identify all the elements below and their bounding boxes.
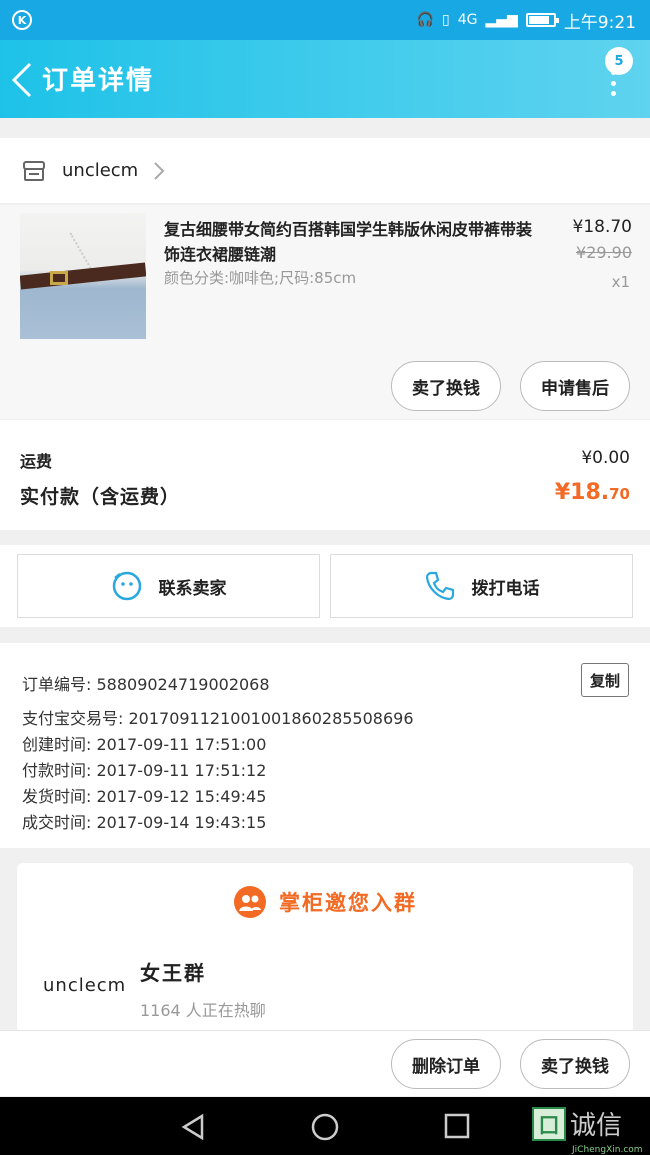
- chat-bubble-icon: [112, 571, 141, 601]
- nav-recents-icon[interactable]: [444, 1113, 470, 1139]
- status-bar: K 🎧 ▯ 4G ▂▄▆ 上午9:21: [0, 0, 650, 40]
- battery-icon: [525, 13, 559, 27]
- system-nav-bar: 囗 诚信 JiChengXin.com: [0, 1097, 650, 1155]
- order-number: 订单编号: 58809024719002068: [22, 675, 270, 694]
- network-label: 4G: [457, 12, 478, 28]
- paid-main: ¥18.: [554, 480, 610, 505]
- order-info: 订单编号: 58809024719002068 复制 支付宝交易号: 20170…: [0, 643, 650, 848]
- alipay-number: 支付宝交易号: 2017091121001001860285508696: [22, 709, 414, 728]
- completed-time: 成交时间: 2017-09-14 19:43:15: [22, 813, 267, 832]
- app-k-icon: K: [12, 10, 32, 30]
- shop-name: unclecm: [62, 160, 139, 181]
- phone-icon: [425, 571, 454, 601]
- store-icon: [23, 161, 45, 181]
- group-invite-title: 掌柜邀您入群: [279, 891, 417, 915]
- contact-seller-button[interactable]: 联系卖家: [17, 554, 320, 618]
- order-item[interactable]: 复古细腰带女简约百搭韩国学生韩版休闲皮带裤带装饰连衣裙腰链潮 颜色分类:咖啡色;…: [0, 205, 650, 419]
- shop-row[interactable]: unclecm: [0, 138, 650, 204]
- shipping-value: ¥0.00: [581, 448, 630, 468]
- call-button[interactable]: 拨打电话: [330, 554, 633, 618]
- watermark-logo-icon: 囗: [532, 1106, 566, 1141]
- contact-section: 联系卖家 拨打电话: [0, 545, 650, 627]
- watermark: 囗 诚信 JiChengXin.com: [532, 1105, 643, 1155]
- group-name: 女王群: [140, 961, 206, 985]
- status-icons: 🎧 ▯ 4G ▂▄▆ 上午9:21: [417, 0, 636, 40]
- paid-cents: 70: [609, 485, 630, 503]
- paid-time: 付款时间: 2017-09-11 17:51:12: [22, 761, 267, 780]
- product-title: 复古细腰带女简约百搭韩国学生韩版休闲皮带裤带装饰连衣裙腰链潮: [164, 220, 533, 264]
- bottom-action-bar: 删除订单 卖了换钱: [0, 1030, 650, 1096]
- resell-button[interactable]: 卖了换钱: [391, 361, 501, 411]
- copy-button[interactable]: 复制: [581, 663, 629, 697]
- paid-value: ¥18.70: [555, 480, 630, 505]
- vibrate-icon: ▯: [442, 12, 450, 28]
- group-invite-card[interactable]: 掌柜邀您入群 unclecm 女王群 1164 人正在热聊: [17, 863, 633, 1033]
- clock: 上午9:21: [563, 12, 636, 33]
- signal-icon: ▂▄▆: [485, 12, 518, 28]
- group-invite-header: 掌柜邀您入群: [17, 885, 633, 919]
- shipping-label: 运费: [20, 452, 53, 471]
- headphone-icon: 🎧: [416, 12, 435, 28]
- product-quantity: x1: [611, 273, 630, 291]
- watermark-sub: JiChengXin.com: [572, 1145, 643, 1155]
- delete-order-button[interactable]: 删除订单: [391, 1039, 501, 1089]
- back-icon[interactable]: [10, 62, 36, 98]
- call-label: 拨打电话: [471, 578, 540, 599]
- product-price: ¥18.70: [572, 217, 632, 237]
- original-price: ¥29.90: [576, 243, 632, 262]
- nav-back-icon[interactable]: [180, 1113, 206, 1141]
- resell-bottom-button[interactable]: 卖了换钱: [520, 1039, 630, 1089]
- product-image[interactable]: [20, 213, 146, 339]
- group-member-count: 1164 人正在热聊: [140, 1001, 266, 1020]
- product-sku: 颜色分类:咖啡色;尺码:85cm: [164, 269, 357, 287]
- message-badge[interactable]: 5: [605, 47, 633, 75]
- watermark-text: 诚信: [570, 1111, 623, 1141]
- fee-summary: 运费 ¥0.00 实付款（含运费） ¥18.70: [0, 420, 650, 530]
- created-time: 创建时间: 2017-09-11 17:51:00: [22, 735, 267, 754]
- page-title: 订单详情: [42, 66, 155, 96]
- group-logo: unclecm: [43, 975, 127, 996]
- contact-seller-label: 联系卖家: [158, 578, 227, 599]
- header: 订单详情 5: [0, 40, 650, 118]
- shipped-time: 发货时间: 2017-09-12 15:49:45: [22, 787, 267, 806]
- after-sale-button[interactable]: 申请售后: [520, 361, 630, 411]
- paid-label: 实付款（含运费）: [20, 486, 181, 508]
- group-icon: [234, 886, 266, 918]
- nav-home-icon[interactable]: [311, 1113, 339, 1141]
- chevron-right-icon: [154, 162, 165, 180]
